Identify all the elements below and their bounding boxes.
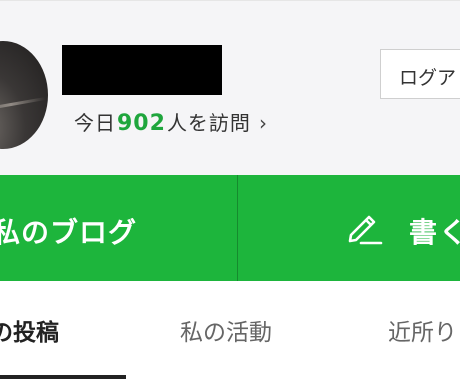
visits-suffix: 人を訪問	[166, 111, 251, 135]
visits-prefix: 今日	[74, 111, 116, 135]
visits-count: 902	[117, 111, 166, 136]
action-bar: 私のブログ 書く	[0, 175, 460, 281]
active-tab-indicator	[0, 375, 126, 379]
logout-button[interactable]: ログア	[380, 49, 460, 99]
tab-my-posts[interactable]: の投稿	[0, 313, 59, 347]
write-label: 書く	[409, 216, 460, 249]
my-blog-button[interactable]: 私のブログ	[0, 175, 238, 281]
tab-nearby[interactable]: 近所り	[388, 313, 457, 347]
blog-app-screen: 今日 902 人を訪問 › ログア 私のブログ 書く の投稿 私の活動 近所り	[0, 0, 460, 380]
tab-my-activity[interactable]: 私の活動	[180, 313, 272, 347]
username-redacted	[62, 45, 222, 95]
profile-header: 今日 902 人を訪問 › ログア	[0, 0, 460, 175]
tab-bar: の投稿 私の活動 近所り	[0, 281, 460, 380]
visit-stats-link[interactable]: 今日 902 人を訪問 ›	[74, 107, 268, 137]
pencil-icon	[348, 215, 383, 245]
avatar[interactable]	[0, 41, 48, 149]
write-button[interactable]: 書く	[239, 175, 460, 281]
chevron-right-icon: ›	[258, 111, 268, 135]
my-blog-label: 私のブログ	[0, 216, 138, 249]
